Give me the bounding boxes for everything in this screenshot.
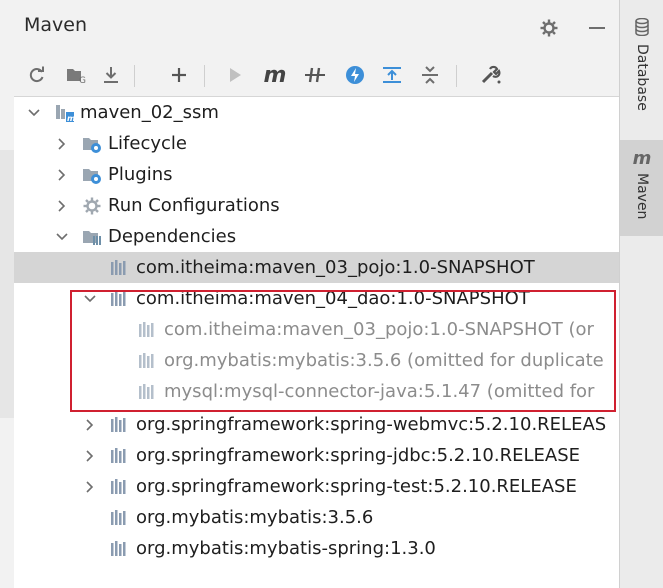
- dependency-label: org.mybatis:mybatis:3.5.6: [136, 507, 374, 528]
- lifecycle-folder-icon: [82, 134, 102, 154]
- dependency-item[interactable]: com.itheima:maven_03_pojo:1.0-SNAPSHOT: [14, 252, 619, 283]
- maven-project-tree: m maven_02_ssm Lifecycle Plugins: [14, 97, 619, 588]
- dependency-item[interactable]: org.springframework:spring-test:5.2.10.R…: [14, 471, 619, 502]
- tree-row-project[interactable]: m maven_02_ssm: [14, 97, 619, 128]
- dependency-label: org.mybatis:mybatis:3.5.6 (omitted for d…: [164, 350, 604, 371]
- svg-text:m: m: [67, 114, 74, 123]
- dependency-item[interactable]: org.mybatis:mybatis:3.5.6: [14, 502, 619, 533]
- toolbar-separator: [456, 65, 457, 87]
- execute-goal-icon[interactable]: m: [260, 60, 290, 90]
- lifecycle-label: Lifecycle: [108, 133, 187, 154]
- maven-m-icon: m: [632, 148, 652, 169]
- generate-sources-icon[interactable]: G: [62, 60, 92, 90]
- maven-module-icon: m: [54, 103, 74, 123]
- dependency-item[interactable]: org.mybatis:mybatis:3.5.6 (omitted for d…: [14, 345, 619, 376]
- toolbar-separator: [204, 65, 205, 87]
- settings-wrench-icon[interactable]: [476, 60, 506, 90]
- dependency-label: org.springframework:spring-webmvc:5.2.10…: [136, 414, 607, 435]
- maven-tool-window: Maven G m maven_02_ssm Lifecycle Plugins…: [14, 0, 619, 588]
- maven-tab[interactable]: m Maven: [620, 140, 663, 236]
- chevron-down-icon[interactable]: [82, 291, 98, 307]
- toolbar-separator: [134, 65, 135, 87]
- chevron-down-icon[interactable]: [26, 105, 42, 121]
- dependency-item[interactable]: mysql:mysql-connector-java:5.1.47 (omitt…: [14, 376, 619, 407]
- library-icon: [110, 508, 130, 528]
- chevron-right-icon[interactable]: [82, 479, 98, 495]
- dependency-item[interactable]: org.springframework:spring-jdbc:5.2.10.R…: [14, 440, 619, 471]
- tree-row-lifecycle[interactable]: Lifecycle: [14, 128, 619, 159]
- library-icon: [110, 539, 130, 559]
- chevron-right-icon[interactable]: [54, 136, 70, 152]
- svg-text:G: G: [79, 76, 86, 84]
- gear-icon: [82, 196, 102, 216]
- dependency-item[interactable]: com.itheima:maven_04_dao:1.0-SNAPSHOT: [14, 283, 619, 314]
- dependency-label: org.mybatis:mybatis-spring:1.3.0: [136, 538, 436, 559]
- tree-row-dependencies[interactable]: Dependencies: [14, 221, 619, 252]
- project-label: maven_02_ssm: [80, 102, 219, 123]
- tool-window-header: Maven: [14, 0, 619, 56]
- tree-row-run-configurations[interactable]: Run Configurations: [14, 190, 619, 221]
- toggle-offline-icon[interactable]: [300, 60, 330, 90]
- library-icon: [110, 289, 130, 309]
- add-icon[interactable]: [164, 60, 194, 90]
- run-icon[interactable]: [220, 60, 250, 90]
- dependency-label: com.itheima:maven_03_pojo:1.0-SNAPSHOT: [136, 257, 535, 278]
- chevron-right-icon[interactable]: [54, 198, 70, 214]
- show-dependencies-icon[interactable]: [377, 60, 407, 90]
- maven-tab-label: Maven: [634, 173, 650, 220]
- library-icon: [110, 415, 130, 435]
- database-tab[interactable]: Database: [620, 17, 663, 111]
- database-tab-label: Database: [634, 44, 650, 111]
- chevron-right-icon[interactable]: [82, 448, 98, 464]
- maven-toolbar: G m: [14, 56, 619, 97]
- plugins-label: Plugins: [108, 164, 173, 185]
- dependency-label: org.springframework:spring-jdbc:5.2.10.R…: [136, 445, 580, 466]
- chevron-right-icon[interactable]: [82, 417, 98, 433]
- library-icon: [110, 477, 130, 497]
- library-icon: [110, 258, 130, 278]
- left-gutter: [0, 150, 14, 418]
- collapse-all-icon[interactable]: [415, 60, 445, 90]
- skip-tests-icon[interactable]: [340, 60, 370, 90]
- database-icon: [634, 17, 650, 40]
- tool-window-title: Maven: [24, 14, 88, 36]
- library-icon: [138, 382, 158, 402]
- reload-icon[interactable]: [22, 60, 52, 90]
- dependency-label: org.springframework:spring-test:5.2.10.R…: [136, 476, 577, 497]
- chevron-down-icon[interactable]: [54, 229, 70, 245]
- dependency-label: mysql:mysql-connector-java:5.1.47 (omitt…: [164, 381, 595, 402]
- dependencies-folder-icon: [82, 227, 102, 247]
- dependency-label: com.itheima:maven_04_dao:1.0-SNAPSHOT: [136, 288, 530, 309]
- dependency-item[interactable]: org.mybatis:mybatis-spring:1.3.0: [14, 533, 619, 564]
- minimize-icon[interactable]: [583, 14, 611, 42]
- chevron-right-icon[interactable]: [54, 167, 70, 183]
- library-icon: [138, 351, 158, 371]
- tree-row-plugins[interactable]: Plugins: [14, 159, 619, 190]
- run-configurations-label: Run Configurations: [108, 195, 280, 216]
- dependency-label: com.itheima:maven_03_pojo:1.0-SNAPSHOT (…: [164, 319, 594, 340]
- library-icon: [138, 320, 158, 340]
- dependencies-label: Dependencies: [108, 226, 237, 247]
- gear-icon[interactable]: [535, 14, 563, 42]
- right-tool-strip: Database m Maven: [619, 0, 663, 588]
- download-icon[interactable]: [96, 60, 126, 90]
- dependency-item[interactable]: com.itheima:maven_03_pojo:1.0-SNAPSHOT (…: [14, 314, 619, 345]
- dependency-item[interactable]: org.springframework:spring-webmvc:5.2.10…: [14, 409, 619, 440]
- plugins-folder-icon: [82, 165, 102, 185]
- library-icon: [110, 446, 130, 466]
